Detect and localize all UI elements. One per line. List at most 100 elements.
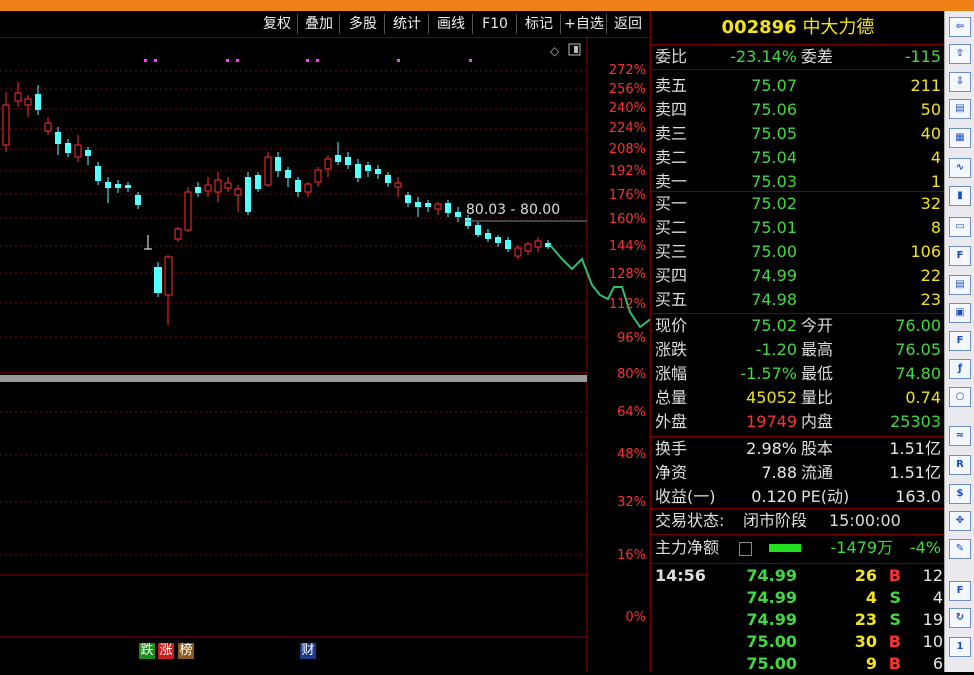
doc-icon[interactable]: ▤ bbox=[949, 275, 971, 295]
f12-icon[interactable]: F bbox=[949, 331, 971, 351]
stat-value: 74.80 bbox=[895, 364, 941, 383]
stat-label: 量比 bbox=[801, 388, 834, 407]
stat-label: 现价 bbox=[655, 316, 688, 335]
tick-count: 12 bbox=[922, 566, 943, 585]
ask-row: 卖四 75.06 50 bbox=[651, 98, 945, 122]
axis-label: 160% bbox=[608, 212, 646, 227]
axis-label: 208% bbox=[608, 142, 646, 157]
marker-zhang[interactable]: 涨 bbox=[158, 643, 174, 659]
tick-volume: 4 bbox=[865, 588, 877, 607]
bid-volume: 106 bbox=[910, 242, 941, 261]
tick-volume: 23 bbox=[854, 610, 877, 629]
f10-icon[interactable]: F bbox=[949, 246, 971, 266]
fundamental-value: 1.51亿 bbox=[889, 463, 941, 482]
f5-icon[interactable]: F bbox=[949, 581, 971, 601]
one-icon[interactable]: 1 bbox=[949, 637, 971, 657]
bid-label: 买一 bbox=[655, 194, 688, 213]
arrow-left-icon[interactable]: ⇦ bbox=[949, 17, 971, 37]
stat-value: 76.05 bbox=[895, 340, 941, 359]
tick-price: 75.00 bbox=[746, 632, 797, 651]
list-icon[interactable] bbox=[739, 542, 752, 556]
main-net-label: 主力净额 bbox=[655, 538, 720, 557]
bid-price: 75.01 bbox=[751, 218, 797, 237]
line-chart-icon[interactable]: ∿ bbox=[949, 158, 971, 178]
marker-cai[interactable]: 财 bbox=[300, 643, 316, 659]
axis-label: 256% bbox=[608, 82, 646, 97]
stock-name: 中大力德 bbox=[802, 17, 875, 38]
bid-label: 买二 bbox=[655, 218, 688, 237]
axis-label: 272% bbox=[608, 63, 646, 78]
arrow-down-icon[interactable]: ⇩ bbox=[949, 72, 971, 92]
tick-volume: 30 bbox=[854, 632, 877, 651]
axis-label: 176% bbox=[608, 188, 646, 203]
bid-row: 买三 75.00 106 bbox=[651, 240, 945, 264]
stat-value: 45052 bbox=[746, 388, 797, 407]
add-favorite-button[interactable]: +自选 bbox=[562, 14, 607, 34]
dollar-icon[interactable]: $ bbox=[949, 484, 971, 504]
ask-volume: 40 bbox=[920, 124, 941, 143]
bid-row: 买二 75.01 8 bbox=[651, 216, 945, 240]
bid-row: 买五 74.98 23 bbox=[651, 288, 945, 312]
back-button[interactable]: 返回 bbox=[608, 14, 648, 34]
wave-icon[interactable]: ≈ bbox=[949, 426, 971, 446]
draw-line-button[interactable]: 画线 bbox=[430, 14, 473, 34]
fundamental-row: 换手 2.98% 股本 1.51亿 bbox=[651, 437, 945, 461]
monitor-icon[interactable]: ▣ bbox=[949, 303, 971, 323]
kline-chart[interactable]: ◇ 80.03 - 80.00 272% 256% 240% 224% 208%… bbox=[0, 37, 650, 672]
tool-sidebar: ⇦ ⇧ ⇩ ▤ ▦ ∿ ▮ ▭ F ▤ ▣ Fƒ ○ ≈ R $ ✥ ✎ F ↻ 1 bbox=[944, 11, 974, 672]
fx-icon[interactable]: ƒ bbox=[949, 359, 971, 379]
tick-count: 10 bbox=[922, 632, 943, 651]
ask-row: 卖三 75.05 40 bbox=[651, 122, 945, 146]
grid-icon[interactable]: ▦ bbox=[949, 128, 971, 148]
stat-row: 外盘 19749 内盘 25303 bbox=[651, 410, 945, 434]
move-icon[interactable]: ✥ bbox=[949, 511, 971, 531]
axis-label: 80% bbox=[617, 367, 646, 382]
chart-toolbar: 复权 叠加 多股 统计 画线 F10 标记 +自选 返回 bbox=[0, 11, 650, 38]
stock-info-icon[interactable]: ▤ bbox=[949, 99, 971, 119]
refresh-icon[interactable]: ↻ bbox=[949, 608, 971, 628]
bid-volume: 22 bbox=[920, 266, 941, 285]
indicator-separator bbox=[0, 375, 587, 382]
fundamental-value: 2.98% bbox=[746, 439, 797, 458]
f10-button[interactable]: F10 bbox=[474, 14, 517, 34]
window-icon[interactable]: ▭ bbox=[949, 217, 971, 237]
fundamental-row: 收益(一) 0.120 PE(动) 163.0 bbox=[651, 485, 945, 509]
marker-bang[interactable]: 榜 bbox=[178, 643, 194, 659]
stat-value: -1.20 bbox=[755, 340, 797, 359]
window-title-bar bbox=[0, 0, 974, 11]
stat-value: -1.57% bbox=[740, 364, 797, 383]
fundamental-value: 7.88 bbox=[761, 463, 797, 482]
mark-button[interactable]: 标记 bbox=[518, 14, 561, 34]
overlay-button[interactable]: 叠加 bbox=[299, 14, 340, 34]
tick-side: B bbox=[888, 632, 901, 651]
fundamental-value: 163.0 bbox=[895, 487, 941, 506]
trade-state-label: 交易状态: bbox=[655, 511, 725, 530]
axis-label: 96% bbox=[617, 331, 646, 346]
stock-code: 002896 bbox=[721, 17, 797, 38]
bid-row: 买一 75.02 32 bbox=[651, 192, 945, 216]
rsi-icon[interactable]: R bbox=[949, 455, 971, 475]
statistics-button[interactable]: 统计 bbox=[386, 14, 429, 34]
ask-label: 卖五 bbox=[655, 76, 688, 95]
pencil-icon[interactable]: ✎ bbox=[949, 539, 971, 559]
event-dots bbox=[144, 59, 472, 62]
diamond-icon: ◇ bbox=[550, 44, 560, 58]
circle-icon[interactable]: ○ bbox=[949, 387, 971, 407]
axis-label: 48% bbox=[617, 447, 646, 462]
bid-price: 74.98 bbox=[751, 290, 797, 309]
arrow-up-icon[interactable]: ⇧ bbox=[949, 44, 971, 64]
fuquan-button[interactable]: 复权 bbox=[257, 14, 298, 34]
axis-label: 0% bbox=[625, 610, 646, 625]
candlestick-icon[interactable]: ▮ bbox=[949, 186, 971, 206]
multi-stock-button[interactable]: 多股 bbox=[342, 14, 385, 34]
fundamental-value: 1.51亿 bbox=[889, 439, 941, 458]
fundamental-label: 净资 bbox=[655, 463, 688, 482]
stock-header: 002896 中大力德 bbox=[651, 16, 945, 40]
ask-price: 75.04 bbox=[751, 148, 797, 167]
stat-label: 今开 bbox=[801, 316, 834, 335]
marker-die[interactable]: 跌 bbox=[139, 643, 155, 659]
fundamental-label: PE(动) bbox=[801, 487, 850, 506]
bid-row: 买四 74.99 22 bbox=[651, 264, 945, 288]
stat-value: 25303 bbox=[890, 412, 941, 431]
fundamental-label: 收益(一) bbox=[655, 487, 716, 506]
